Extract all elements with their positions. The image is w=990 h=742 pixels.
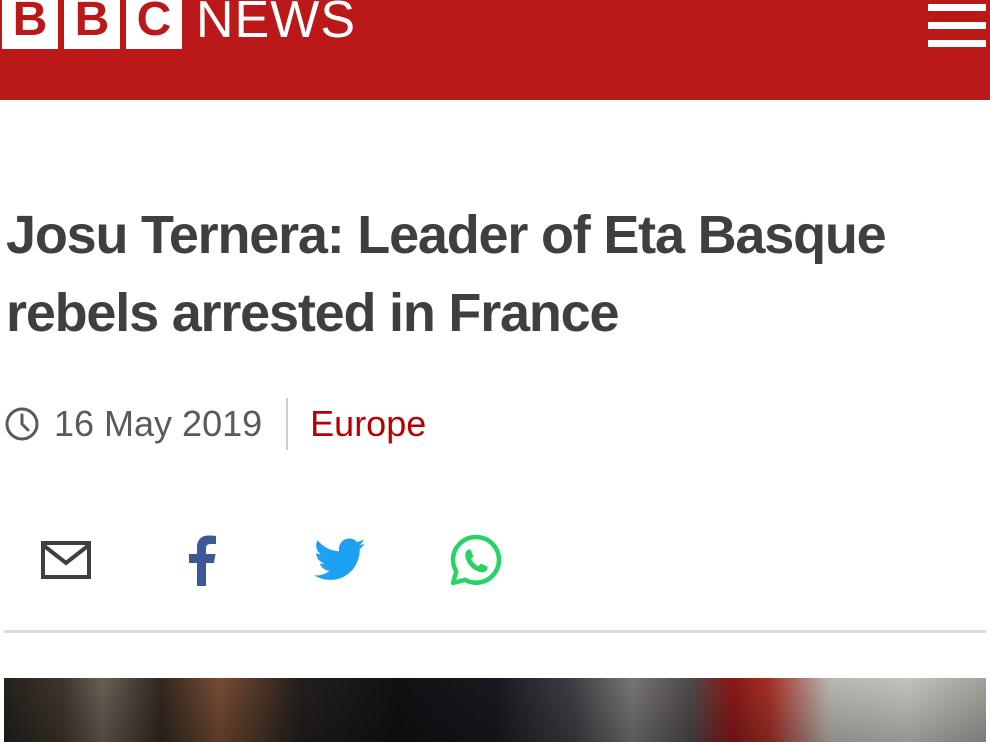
meta-divider xyxy=(286,398,289,450)
page: B B C NEWS Josu Ternera: Leader of Eta B… xyxy=(0,0,990,742)
facebook-icon xyxy=(189,535,216,586)
facebook-share-button[interactable] xyxy=(172,530,232,590)
twitter-share-button[interactable] xyxy=(310,530,370,590)
site-header: B B C NEWS xyxy=(0,0,990,100)
article-meta: 16 May 2019 Europe xyxy=(4,396,426,452)
clock-icon xyxy=(5,407,39,441)
topic-link-europe[interactable]: Europe xyxy=(310,403,426,445)
bbc-news-logo[interactable]: B B C NEWS xyxy=(2,0,356,49)
twitter-icon xyxy=(314,538,366,580)
share-divider xyxy=(4,630,986,633)
hero-image-shade xyxy=(4,678,986,742)
share-tools xyxy=(0,530,990,590)
email-icon xyxy=(41,541,91,579)
email-share-button[interactable] xyxy=(36,530,96,590)
article-hero-image xyxy=(4,678,986,742)
logo-letter-b1: B xyxy=(2,0,58,49)
article-headline: Josu Ternera: Leader of Eta Basque rebel… xyxy=(6,205,887,343)
logo-news-text: NEWS xyxy=(196,0,356,49)
logo-letter-b2: B xyxy=(64,0,120,49)
whatsapp-icon xyxy=(450,534,502,586)
article-date: 16 May 2019 xyxy=(54,403,263,444)
logo-letter-c: C xyxy=(126,0,182,49)
hamburger-menu-icon[interactable] xyxy=(928,4,986,48)
whatsapp-share-button[interactable] xyxy=(446,530,506,590)
